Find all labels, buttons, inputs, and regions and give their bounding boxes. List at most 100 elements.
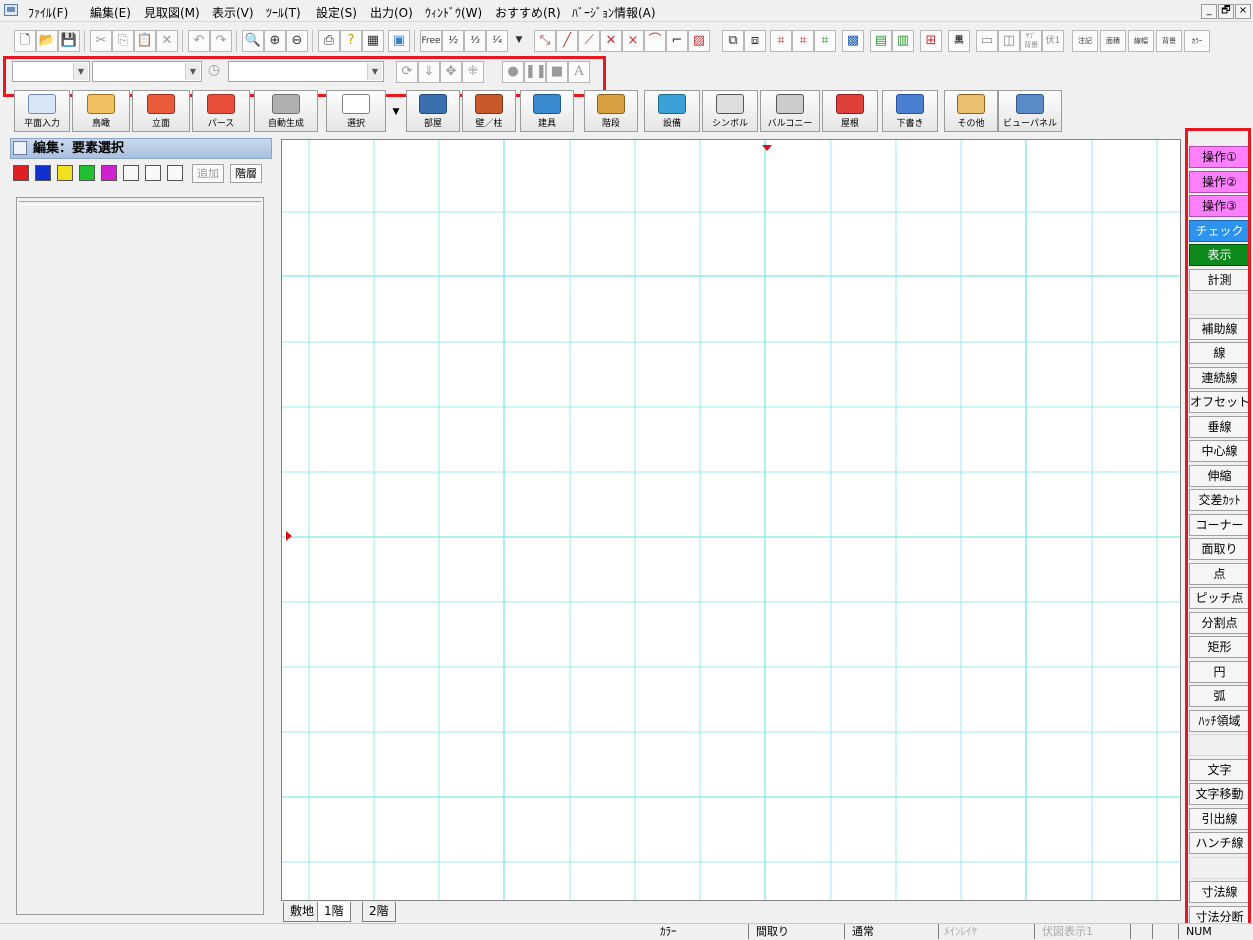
window-split-icon[interactable]: ◫ [998, 30, 1020, 52]
polyline-button[interactable]: 連続線 [1189, 367, 1250, 389]
delete-icon[interactable]: ✕ [156, 30, 178, 52]
cut-icon[interactable]: ✂ [90, 30, 112, 52]
third-scale-button[interactable]: ⅓ [464, 30, 486, 52]
corner-button[interactable]: コーナー [1189, 514, 1250, 536]
op1-button[interactable]: 操作① [1189, 146, 1250, 168]
zoom-in-icon[interactable]: ⊕ [264, 30, 286, 52]
center-line-button[interactable]: 中心線 [1189, 440, 1250, 462]
menu-file[interactable]: ﾌｧｲﾙ(F) [28, 4, 68, 21]
record-icon[interactable]: ● [502, 61, 524, 83]
chevron-down-icon[interactable]: ▼ [390, 106, 402, 118]
background-button[interactable]: 背景 [1156, 30, 1182, 52]
cross-cut-button[interactable]: 交差ｶｯﾄ [1189, 489, 1250, 511]
redo-icon[interactable]: ↷ [210, 30, 232, 52]
yellow-color-swatch[interactable] [57, 165, 73, 181]
move-fine-icon[interactable]: ⁜ [462, 61, 484, 83]
tab-site[interactable]: 敷地 [283, 902, 322, 922]
line-width-button[interactable]: 線幅 [1128, 30, 1154, 52]
menu-mitorizu[interactable]: 見取図(M) [144, 4, 200, 21]
layer-back-icon[interactable]: ⧈ [744, 30, 766, 52]
measure-button[interactable]: 計測 [1189, 269, 1250, 291]
polyline-tool-icon[interactable]: ⟋ [578, 30, 600, 52]
menu-settings[interactable]: 設定(S) [316, 4, 357, 21]
roof-button[interactable]: 屋根 [822, 90, 878, 132]
area-button[interactable]: 面積 [1100, 30, 1126, 52]
line-button[interactable]: 線 [1189, 342, 1250, 364]
birdseye-button[interactable]: 鳥瞰 [72, 90, 130, 132]
screen-icon[interactable]: ▣ [388, 30, 410, 52]
plan-icon[interactable]: ⊞ [920, 30, 942, 52]
add-button[interactable]: 追加 [192, 164, 224, 183]
new-file-icon[interactable]: 🗋 [14, 30, 36, 52]
annotation-button[interactable]: 注記 [1072, 30, 1098, 52]
hatch-tool-icon[interactable]: ▨ [688, 30, 710, 52]
zoom-out-icon[interactable]: ⊖ [286, 30, 308, 52]
restore-button[interactable]: 🗗 [1218, 4, 1234, 19]
fill-pattern-1-icon[interactable]: ⌗ [770, 30, 792, 52]
menu-recommend[interactable]: おすすめ(R) [495, 4, 561, 21]
fuku1-button[interactable]: 伏1 [1042, 30, 1064, 52]
view-panel-button[interactable]: ビューパネル [998, 90, 1062, 132]
display-button[interactable]: 表示 [1189, 244, 1250, 266]
dimension-button[interactable]: 寸法線 [1189, 881, 1250, 903]
style-combo[interactable]: ▼ [92, 61, 202, 82]
room-button[interactable]: 部屋 [406, 90, 460, 132]
cross-line-icon[interactable]: ✕ [600, 30, 622, 52]
corner-tool-icon[interactable]: ⌐ [666, 30, 688, 52]
element-combo[interactable]: ▼ [228, 61, 384, 82]
menu-output[interactable]: 出力(O) [370, 4, 413, 21]
chevron-down-icon[interactable]: ▼ [508, 30, 530, 52]
equipment-button[interactable]: 設備 [644, 90, 700, 132]
wall-column-button[interactable]: 壁／柱 [462, 90, 516, 132]
chamfer-button[interactable]: 面取り [1189, 538, 1250, 560]
point-button[interactable]: 点 [1189, 563, 1250, 585]
aux-line-button[interactable]: 補助線 [1189, 318, 1250, 340]
kuroshi-button[interactable]: 黒 [948, 30, 970, 52]
hanch-line-button[interactable]: ハンチ線 [1189, 832, 1250, 854]
display-icon[interactable]: ▥ [892, 30, 914, 52]
fittings-button[interactable]: 建具 [520, 90, 574, 132]
save-icon[interactable]: 💾 [58, 30, 80, 52]
menu-view[interactable]: 表示(V) [212, 4, 254, 21]
chevron-down-icon[interactable]: ▼ [73, 63, 88, 80]
stretch-button[interactable]: 伸縮 [1189, 465, 1250, 487]
app-icon[interactable] [4, 4, 18, 16]
arc-button[interactable]: 弧 [1189, 685, 1250, 707]
perspective-button[interactable]: パース [192, 90, 250, 132]
draft-button[interactable]: 下書き [882, 90, 938, 132]
green-color-swatch[interactable] [79, 165, 95, 181]
fill-pattern-3-icon[interactable]: ⌗ [814, 30, 836, 52]
drawing-canvas[interactable] [281, 139, 1181, 901]
half-scale-button[interactable]: ½ [442, 30, 464, 52]
calendar-icon[interactable]: ▦ [362, 30, 384, 52]
magenta-color-swatch[interactable] [101, 165, 117, 181]
chevron-down-icon[interactable]: ▼ [185, 63, 200, 80]
layer-front-icon[interactable]: ⧉ [722, 30, 744, 52]
layer-combo[interactable]: ▼ [12, 61, 90, 82]
select-cursor-icon[interactable]: ⤡ [534, 30, 556, 52]
fill-pattern-2-icon[interactable]: ⌗ [792, 30, 814, 52]
properties-icon[interactable] [167, 165, 183, 181]
stop-icon[interactable]: ■ [546, 61, 568, 83]
red-color-swatch[interactable] [13, 165, 29, 181]
other-button[interactable]: その他 [944, 90, 998, 132]
menu-version[interactable]: ﾊﾞｰｼﾞｮﾝ情報(A) [572, 4, 656, 21]
tab-2f[interactable]: 2階 [362, 902, 396, 922]
layer-button[interactable]: 階層 [230, 164, 262, 183]
check-button[interactable]: チェック [1189, 220, 1250, 242]
color-button[interactable]: ｶﾗｰ [1184, 30, 1210, 52]
perpendicular-button[interactable]: 垂線 [1189, 416, 1250, 438]
menu-tools[interactable]: ﾂｰﾙ(T) [266, 4, 301, 21]
offset-button[interactable]: オフセット [1189, 391, 1250, 413]
line-tool-icon[interactable]: ╱ [556, 30, 578, 52]
tab-1f[interactable]: 1階 [317, 902, 351, 922]
arc-tool-icon[interactable]: ⌒ [644, 30, 666, 52]
stairs-button[interactable]: 階段 [584, 90, 638, 132]
pause-icon[interactable]: ❚❚ [524, 61, 546, 83]
close-button[interactable]: × [1235, 4, 1251, 19]
quarter-scale-button[interactable]: ¼ [486, 30, 508, 52]
undo-icon[interactable]: ↶ [188, 30, 210, 52]
zoom-icon[interactable]: 🔍 [242, 30, 264, 52]
elevation-button[interactable]: 立面 [132, 90, 190, 132]
copy-icon[interactable]: ⎘ [112, 30, 134, 52]
